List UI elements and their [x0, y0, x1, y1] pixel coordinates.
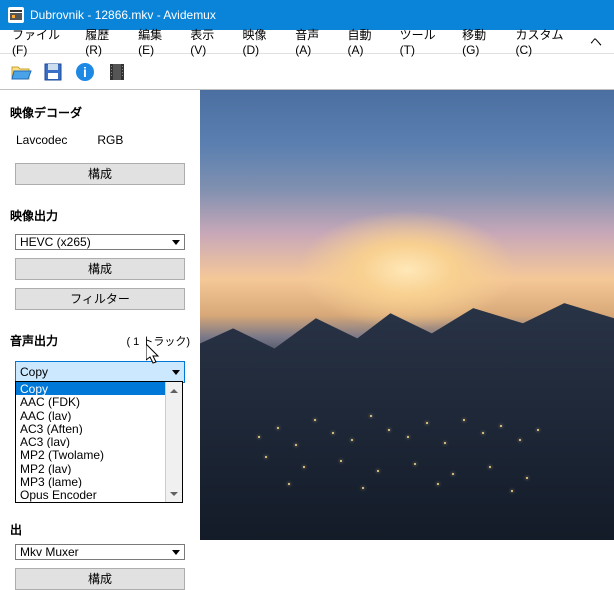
menu-tools[interactable]: ツール(T) [392, 23, 454, 60]
output-configure-button[interactable]: 構成 [15, 568, 185, 590]
output-format-select[interactable]: Mkv Muxer [15, 544, 185, 560]
list-item[interactable]: MP2 (Twolame) [16, 448, 165, 461]
menu-audio[interactable]: 音声(A) [287, 23, 339, 60]
scroll-down-button[interactable] [166, 485, 182, 502]
decoder-row: Lavcodec RGB [10, 129, 190, 157]
sidebar: 映像デコーダ Lavcodec RGB 構成 映像出力 HEVC (x265) … [0, 90, 200, 540]
list-item[interactable]: MP3 (lame) [16, 475, 165, 488]
menu-view[interactable]: 表示(V) [182, 23, 234, 60]
video-configure-button[interactable]: 構成 [15, 258, 185, 280]
menu-edit[interactable]: 編集(E) [130, 23, 182, 60]
menu-move[interactable]: 移動(G) [454, 23, 507, 60]
chevron-down-icon [172, 240, 180, 245]
decoder-label: 映像デコーダ [10, 98, 190, 125]
menu-auto[interactable]: 自動(A) [339, 23, 391, 60]
audio-output-header: 音声出力 ( 1 トラック) [10, 326, 190, 353]
list-item[interactable]: Copy [16, 382, 165, 395]
svg-text:i: i [83, 64, 87, 80]
audio-output-value: Copy [20, 365, 48, 379]
list-item[interactable]: MP2 (lav) [16, 462, 165, 475]
chevron-down-icon [172, 550, 180, 555]
audio-output-dropdown: Copy Copy AAC (FDK) AAC (lav) AC3 (Aften… [15, 359, 185, 385]
menu-custom[interactable]: カスタム(C) [507, 23, 582, 60]
output-format-row: 出 [10, 521, 190, 538]
open-icon[interactable] [8, 59, 34, 85]
audio-tracks-count: ( 1 トラック) [126, 333, 190, 349]
list-item[interactable]: AAC (lav) [16, 409, 165, 422]
arrow-up-icon [170, 389, 178, 393]
list-item[interactable]: AC3 (Aften) [16, 422, 165, 435]
film-icon[interactable] [104, 59, 130, 85]
decoder-mode: RGB [97, 133, 123, 147]
menu-file[interactable]: ファイル(F) [4, 23, 77, 60]
list-item[interactable]: Opus Encoder [16, 488, 165, 501]
content: 映像デコーダ Lavcodec RGB 構成 映像出力 HEVC (x265) … [0, 90, 614, 540]
video-output-select[interactable]: HEVC (x265) [15, 234, 185, 250]
menubar: ファイル(F) 履歴(R) 編集(E) 表示(V) 映像(D) 音声(A) 自動… [0, 30, 614, 54]
menu-video[interactable]: 映像(D) [234, 23, 287, 60]
app-icon [8, 7, 24, 23]
list-item[interactable]: AC3 (lav) [16, 435, 165, 448]
save-icon[interactable] [40, 59, 66, 85]
video-output-value: HEVC (x265) [20, 235, 91, 249]
video-filters-button[interactable]: フィルター [15, 288, 185, 310]
video-preview [200, 90, 614, 540]
decoder-configure-button[interactable]: 構成 [15, 163, 185, 185]
decoder-codec: Lavcodec [16, 133, 67, 147]
audio-output-label: 音声出力 [10, 332, 58, 349]
arrow-down-icon [170, 492, 178, 496]
chevron-down-icon [172, 370, 180, 375]
output-format-value: Mkv Muxer [20, 545, 79, 559]
scrollbar[interactable] [165, 382, 182, 502]
video-output-label: 映像出力 [10, 201, 190, 228]
title-text: Dubrovnik - 12866.mkv - Avidemux [30, 8, 216, 22]
scroll-up-button[interactable] [166, 382, 182, 399]
list-item[interactable]: AAC (FDK) [16, 395, 165, 408]
audio-output-select[interactable]: Copy [15, 361, 185, 383]
menu-history[interactable]: 履歴(R) [77, 23, 130, 60]
output-format-label: 出 [10, 521, 22, 538]
audio-output-options: Copy AAC (FDK) AAC (lav) AC3 (Aften) AC3… [15, 381, 183, 503]
scroll-track[interactable] [166, 399, 182, 485]
menu-help[interactable]: ヘ [582, 30, 610, 53]
info-icon[interactable]: i [72, 59, 98, 85]
